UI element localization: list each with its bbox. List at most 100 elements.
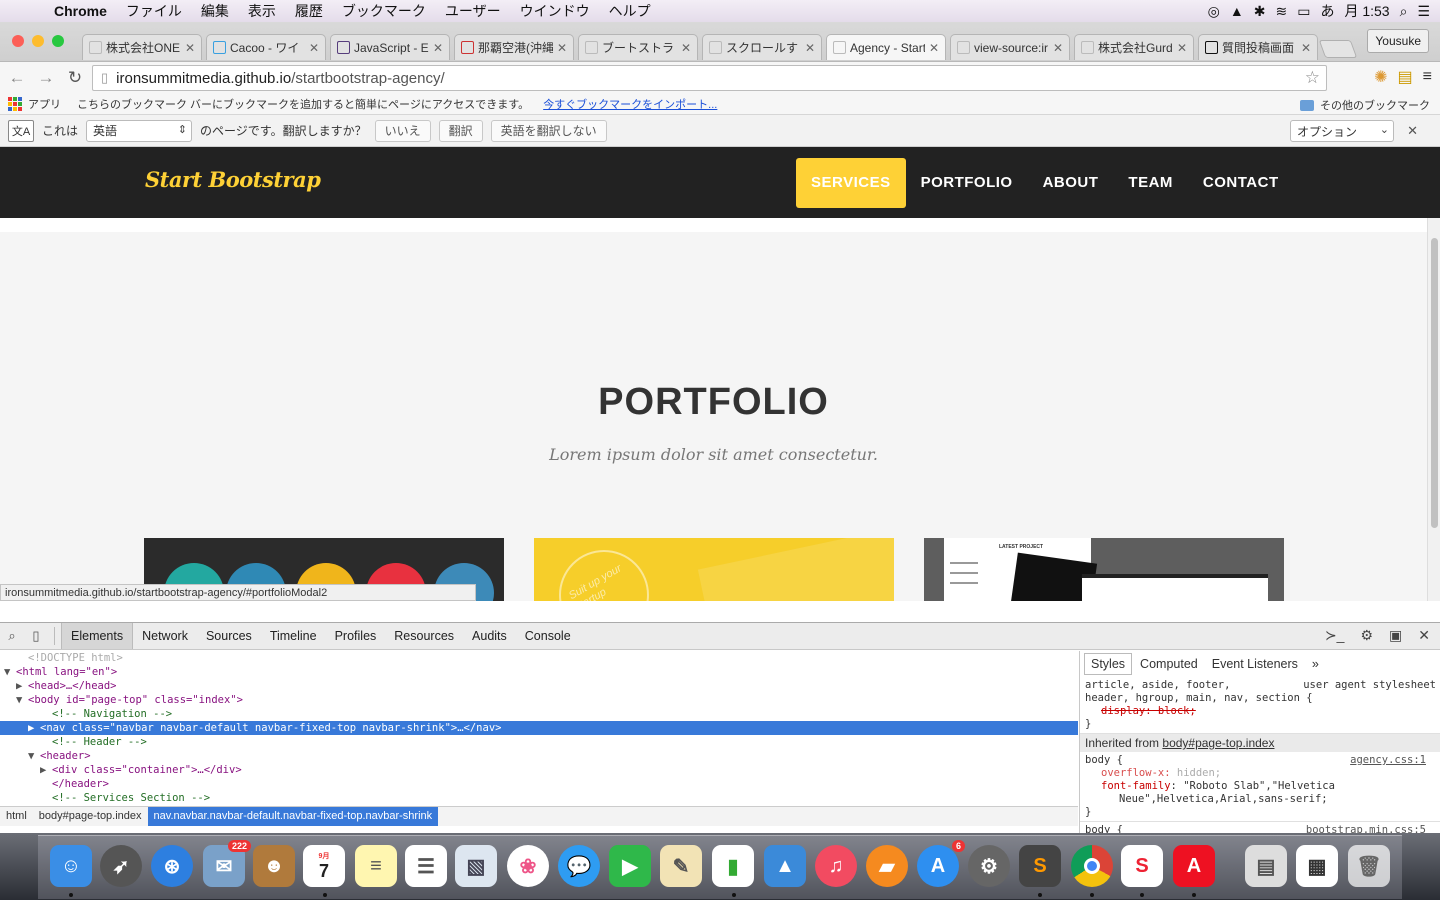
close-tab-icon[interactable]: ✕ bbox=[1053, 41, 1063, 55]
dom-node[interactable]: ▶ <div class="container">…</div> bbox=[0, 763, 1078, 777]
expand-triangle-icon[interactable]: ▼ bbox=[4, 665, 16, 679]
devtools-tab-resources[interactable]: Resources bbox=[385, 623, 463, 649]
menu-people[interactable]: ユーザー bbox=[445, 1, 501, 21]
safari-icon[interactable]: ⊛ bbox=[151, 845, 193, 887]
itunes-icon[interactable]: ♫ bbox=[815, 845, 857, 887]
ime-indicator[interactable]: あ bbox=[1320, 1, 1334, 21]
chrome-menu-icon[interactable]: ≡ bbox=[1423, 68, 1432, 86]
browser-tab[interactable]: 質問投稿画面 ✕ bbox=[1198, 34, 1318, 60]
body-decl-2[interactable]: font-family: "Roboto Slab","Helvetica bbox=[1085, 780, 1435, 793]
browser-tab[interactable]: 那覇空港(沖縄 ✕ bbox=[454, 34, 574, 60]
import-bookmarks-link[interactable]: 今すぐブックマークをインポート... bbox=[543, 96, 717, 112]
settings-gear-icon[interactable]: ⚙ bbox=[1360, 627, 1373, 644]
devtools-tab-audits[interactable]: Audits bbox=[463, 623, 516, 649]
adobe-icon[interactable]: ▲ bbox=[1230, 3, 1244, 19]
wifi-icon[interactable]: ≋ bbox=[1275, 3, 1287, 20]
menu-app-name[interactable]: Chrome bbox=[54, 3, 107, 19]
site-nav-portfolio[interactable]: PORTFOLIO bbox=[906, 158, 1028, 208]
ua-declaration[interactable]: display: block; bbox=[1085, 705, 1435, 718]
devtools-tab-console[interactable]: Console bbox=[516, 623, 580, 649]
browser-tab[interactable]: ブートストラ ✕ bbox=[578, 34, 698, 60]
menu-file[interactable]: ファイル bbox=[126, 1, 182, 21]
close-tab-icon[interactable]: ✕ bbox=[929, 41, 939, 55]
launchpad-icon[interactable]: ➶ bbox=[100, 845, 142, 887]
menu-view[interactable]: 表示 bbox=[248, 1, 276, 21]
back-icon[interactable]: ← bbox=[5, 68, 29, 88]
sublime-text-icon[interactable]: S bbox=[1019, 845, 1061, 887]
pages-icon[interactable]: ✎ bbox=[660, 845, 702, 887]
devtools-tab-profiles[interactable]: Profiles bbox=[326, 623, 386, 649]
site-nav-services[interactable]: SERVICES bbox=[796, 158, 906, 208]
devtools-tab-sources[interactable]: Sources bbox=[197, 623, 261, 649]
keynote-icon[interactable]: ▲ bbox=[764, 845, 806, 887]
close-tab-icon[interactable]: ✕ bbox=[557, 41, 567, 55]
never-translate-button[interactable]: 英語を翻訳しない bbox=[490, 119, 607, 142]
color-picker-extension-icon[interactable]: ✺ bbox=[1374, 67, 1387, 87]
dom-node[interactable]: </header> bbox=[0, 777, 1078, 791]
minimize-window-button[interactable] bbox=[32, 35, 44, 47]
dom-node[interactable]: ▼ <body id="page-top" class="index"> bbox=[0, 693, 1078, 707]
adobe-acrobat-icon[interactable]: A bbox=[1173, 845, 1215, 887]
dom-breadcrumb[interactable]: html bbox=[0, 807, 33, 826]
dom-breadcrumb[interactable]: nav.navbar.navbar-default.navbar-fixed-t… bbox=[147, 807, 439, 826]
dom-node[interactable]: <!DOCTYPE html> bbox=[0, 651, 1078, 665]
close-tab-icon[interactable]: ✕ bbox=[185, 41, 195, 55]
notification-center-icon[interactable]: ☰ bbox=[1417, 3, 1430, 20]
body-rule-source[interactable]: agency.css:1 bbox=[1350, 754, 1426, 767]
browser-tab[interactable]: Agency - Start ✕ bbox=[826, 34, 946, 60]
site-nav-about[interactable]: ABOUT bbox=[1028, 158, 1114, 208]
close-tab-icon[interactable]: ✕ bbox=[1177, 41, 1187, 55]
zip-file-icon[interactable]: ▤ bbox=[1245, 845, 1287, 887]
dom-node[interactable]: <!-- Navigation --> bbox=[0, 707, 1078, 721]
clock[interactable]: 月 1:53 bbox=[1344, 1, 1389, 21]
browser-tab[interactable]: JavaScript - E ✕ bbox=[330, 34, 450, 60]
dom-node[interactable]: ▶ <head>…</head> bbox=[0, 679, 1078, 693]
close-tab-icon[interactable]: ✕ bbox=[805, 41, 815, 55]
expand-triangle-icon[interactable]: ▼ bbox=[16, 693, 28, 707]
menu-edit[interactable]: 編集 bbox=[201, 1, 229, 21]
menu-window[interactable]: ウインドウ bbox=[520, 1, 590, 21]
console-drawer-icon[interactable]: ≻_ bbox=[1325, 627, 1345, 644]
close-window-button[interactable] bbox=[12, 35, 24, 47]
translate-options-select[interactable]: オプション ⌄ bbox=[1290, 120, 1394, 142]
devtools-tab-network[interactable]: Network bbox=[133, 623, 197, 649]
reminders-icon[interactable]: ☰ bbox=[405, 845, 447, 887]
close-tab-icon[interactable]: ✕ bbox=[309, 41, 319, 55]
messages-icon[interactable]: 💬 bbox=[558, 845, 600, 887]
dom-node[interactable]: <!-- Header --> bbox=[0, 735, 1078, 749]
no-translate-button[interactable]: いいえ bbox=[374, 119, 431, 142]
inspect-search-icon[interactable]: ⌕ bbox=[0, 628, 24, 644]
notes-icon[interactable]: ≡ bbox=[355, 845, 397, 887]
close-tab-icon[interactable]: ✕ bbox=[1301, 41, 1311, 55]
zoom-window-button[interactable] bbox=[52, 35, 64, 47]
close-tab-icon[interactable]: ✕ bbox=[433, 41, 443, 55]
dom-node[interactable]: <!-- Services Section --> bbox=[0, 791, 1078, 805]
body-rule2-source[interactable]: bootstrap.min.css:5 bbox=[1306, 824, 1426, 833]
body-decl-1[interactable]: overflow-x: hidden; bbox=[1085, 767, 1435, 780]
facetime-icon[interactable]: ▶ bbox=[609, 845, 651, 887]
devtools-tab-timeline[interactable]: Timeline bbox=[261, 623, 326, 649]
finder-icon[interactable]: ☺ bbox=[50, 845, 92, 887]
calendar-icon[interactable]: 9月 7 bbox=[303, 845, 345, 887]
styles-subtab[interactable]: Computed bbox=[1134, 654, 1204, 674]
other-bookmarks[interactable]: その他のブックマーク bbox=[1300, 97, 1430, 113]
menu-bookmarks[interactable]: ブックマーク bbox=[342, 1, 426, 21]
expand-triangle-icon[interactable]: ▶ bbox=[16, 679, 28, 693]
downloads-stack-icon[interactable]: ▦ bbox=[1296, 845, 1338, 887]
devtools-tab-elements[interactable]: Elements bbox=[61, 623, 134, 649]
language-select[interactable]: 英語 ⇕ bbox=[86, 119, 193, 142]
dom-node[interactable]: ▶ <nav class="navbar navbar-default navba… bbox=[0, 721, 1078, 735]
address-bar[interactable]: ▯ ironsummitmedia.github.io/startbootstr… bbox=[92, 65, 1327, 91]
expand-triangle-icon[interactable]: ▶ bbox=[40, 763, 52, 777]
portfolio-item-2[interactable]: Suit up your startup bbox=[534, 538, 894, 601]
trash-icon[interactable]: 🗑 bbox=[1348, 845, 1390, 887]
chrome-icon[interactable] bbox=[1071, 845, 1113, 887]
dom-node[interactable]: ▼ <html lang="en"> bbox=[0, 665, 1078, 679]
spotlight-icon[interactable]: ⌕ bbox=[1400, 3, 1408, 20]
close-devtools-icon[interactable]: ✕ bbox=[1418, 627, 1430, 644]
menu-help[interactable]: ヘルプ bbox=[609, 1, 651, 21]
body-style-rule[interactable]: body {agency.css:1 overflow-x: hidden; f… bbox=[1080, 752, 1440, 822]
browser-tab[interactable]: view-source:ir ✕ bbox=[950, 34, 1070, 60]
styles-subtab[interactable]: Event Listeners bbox=[1206, 654, 1304, 674]
system-preferences-icon[interactable]: ⚙ bbox=[968, 845, 1010, 887]
